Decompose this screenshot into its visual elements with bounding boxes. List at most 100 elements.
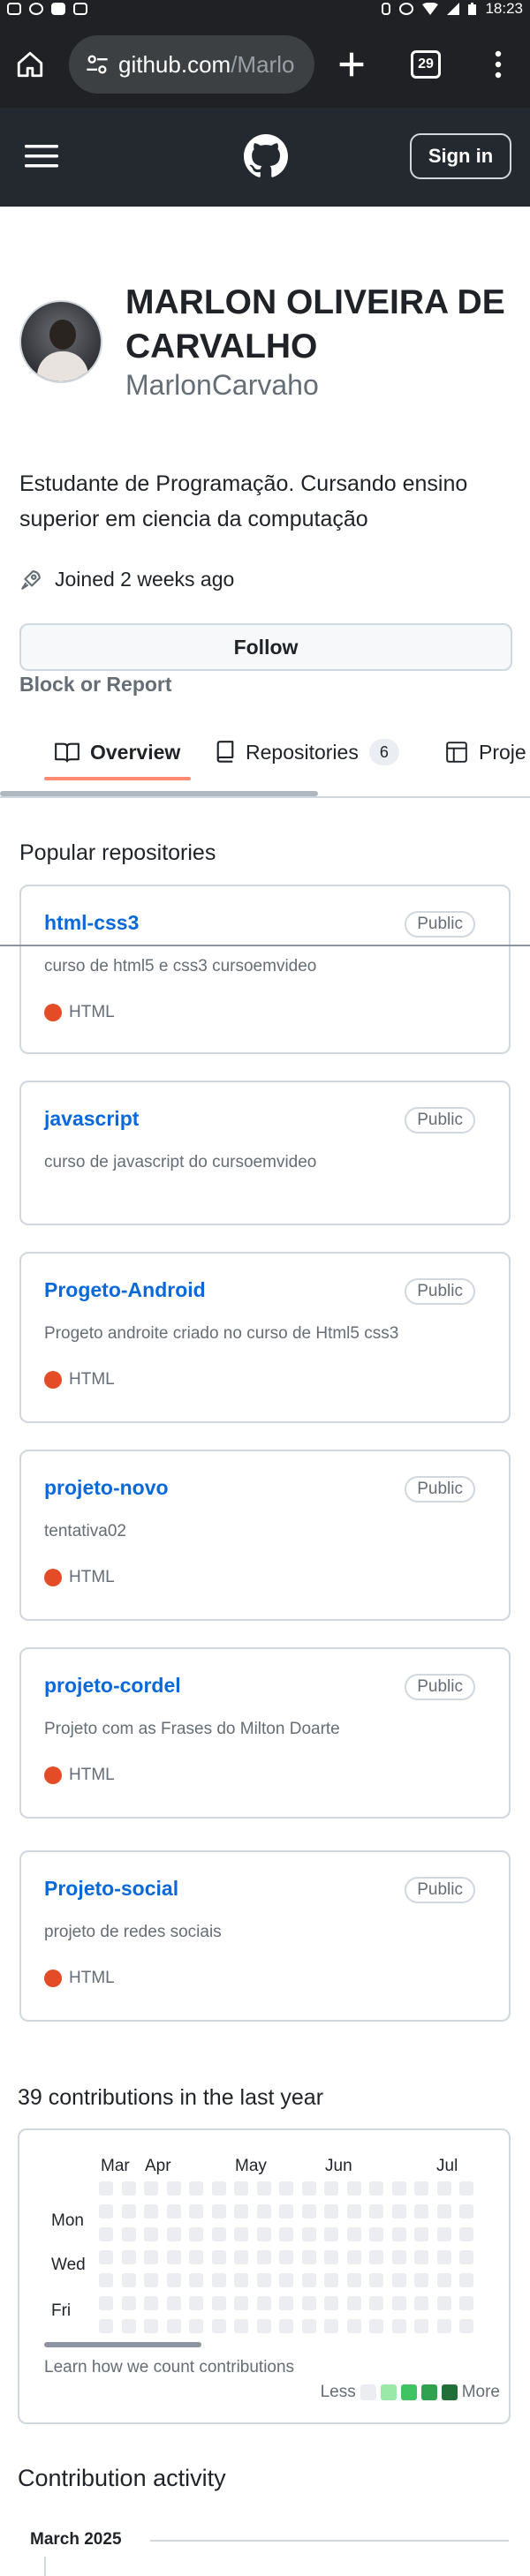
contribution-day-cell[interactable] bbox=[279, 2227, 293, 2241]
contribution-day-cell[interactable] bbox=[346, 2319, 361, 2333]
contribution-day-cell[interactable] bbox=[121, 2227, 136, 2241]
contribution-day-cell[interactable] bbox=[144, 2296, 158, 2310]
contribution-day-cell[interactable] bbox=[459, 2296, 473, 2310]
contribution-day-cell[interactable] bbox=[436, 2273, 451, 2287]
contribution-day-cell[interactable] bbox=[211, 2296, 226, 2310]
repo-link[interactable]: projeto-novo bbox=[44, 1476, 169, 1500]
contribution-day-cell[interactable] bbox=[256, 2273, 271, 2287]
tab-projects[interactable]: Proje bbox=[445, 724, 526, 780]
contribution-day-cell[interactable] bbox=[211, 2204, 226, 2218]
contribution-day-cell[interactable] bbox=[234, 2296, 248, 2310]
contribution-day-cell[interactable] bbox=[189, 2273, 203, 2287]
contribution-day-cell[interactable] bbox=[211, 2250, 226, 2264]
contribution-day-cell[interactable] bbox=[211, 2227, 226, 2241]
contribution-day-cell[interactable] bbox=[144, 2250, 158, 2264]
contribution-day-cell[interactable] bbox=[346, 2204, 361, 2218]
contribution-day-cell[interactable] bbox=[279, 2250, 293, 2264]
contribution-day-cell[interactable] bbox=[346, 2273, 361, 2287]
contribution-day-cell[interactable] bbox=[436, 2181, 451, 2196]
contribution-day-cell[interactable] bbox=[144, 2273, 158, 2287]
contribution-day-cell[interactable] bbox=[99, 2319, 113, 2333]
contribution-day-cell[interactable] bbox=[459, 2181, 473, 2196]
tab-repositories[interactable]: Repositories 6 bbox=[216, 724, 399, 780]
contribution-day-cell[interactable] bbox=[189, 2296, 203, 2310]
contribution-day-cell[interactable] bbox=[121, 2250, 136, 2264]
contribution-day-cell[interactable] bbox=[301, 2273, 316, 2287]
contribution-day-cell[interactable] bbox=[369, 2319, 383, 2333]
contribution-day-cell[interactable] bbox=[324, 2250, 338, 2264]
contribution-day-cell[interactable] bbox=[121, 2273, 136, 2287]
contribution-day-cell[interactable] bbox=[391, 2273, 406, 2287]
contribution-day-cell[interactable] bbox=[121, 2319, 136, 2333]
contribution-day-cell[interactable] bbox=[459, 2204, 473, 2218]
contribution-day-cell[interactable] bbox=[346, 2250, 361, 2264]
contribution-day-cell[interactable] bbox=[144, 2204, 158, 2218]
contribution-day-cell[interactable] bbox=[301, 2181, 316, 2196]
contribution-day-cell[interactable] bbox=[301, 2227, 316, 2241]
contribution-day-cell[interactable] bbox=[144, 2227, 158, 2241]
site-settings-icon[interactable] bbox=[85, 52, 110, 77]
contribution-day-cell[interactable] bbox=[189, 2204, 203, 2218]
contribution-day-cell[interactable] bbox=[211, 2319, 226, 2333]
contribution-day-cell[interactable] bbox=[189, 2181, 203, 2196]
home-button[interactable] bbox=[12, 47, 48, 82]
contribution-day-cell[interactable] bbox=[369, 2204, 383, 2218]
contribution-day-cell[interactable] bbox=[256, 2296, 271, 2310]
contribution-day-cell[interactable] bbox=[436, 2319, 451, 2333]
contribution-day-cell[interactable] bbox=[369, 2273, 383, 2287]
contribution-day-cell[interactable] bbox=[121, 2181, 136, 2196]
contribution-day-cell[interactable] bbox=[189, 2250, 203, 2264]
contribution-day-cell[interactable] bbox=[121, 2296, 136, 2310]
contribution-day-cell[interactable] bbox=[189, 2319, 203, 2333]
contribution-day-cell[interactable] bbox=[436, 2227, 451, 2241]
contribution-day-cell[interactable] bbox=[436, 2204, 451, 2218]
contribution-day-cell[interactable] bbox=[414, 2204, 428, 2218]
signin-button[interactable]: Sign in bbox=[410, 133, 511, 179]
contribution-day-cell[interactable] bbox=[391, 2227, 406, 2241]
new-tab-icon[interactable] bbox=[334, 47, 369, 82]
contribution-day-cell[interactable] bbox=[324, 2204, 338, 2218]
contribution-day-cell[interactable] bbox=[436, 2296, 451, 2310]
contribution-day-cell[interactable] bbox=[99, 2250, 113, 2264]
contribution-day-cell[interactable] bbox=[324, 2319, 338, 2333]
contribution-day-cell[interactable] bbox=[234, 2227, 248, 2241]
contribution-day-cell[interactable] bbox=[279, 2319, 293, 2333]
address-bar[interactable]: github.com/Marlo bbox=[69, 35, 314, 94]
repo-link[interactable]: html-css3 bbox=[44, 911, 139, 935]
contribution-day-cell[interactable] bbox=[324, 2227, 338, 2241]
contribution-day-cell[interactable] bbox=[99, 2204, 113, 2218]
contribution-day-cell[interactable] bbox=[211, 2273, 226, 2287]
contribution-day-cell[interactable] bbox=[369, 2250, 383, 2264]
contribution-day-cell[interactable] bbox=[391, 2319, 406, 2333]
contribution-day-cell[interactable] bbox=[391, 2296, 406, 2310]
contribution-day-cell[interactable] bbox=[99, 2181, 113, 2196]
repo-link[interactable]: projeto-cordel bbox=[44, 1674, 181, 1698]
contribution-day-cell[interactable] bbox=[301, 2250, 316, 2264]
more-menu-icon[interactable] bbox=[488, 47, 509, 82]
contribution-day-cell[interactable] bbox=[301, 2204, 316, 2218]
avatar[interactable] bbox=[19, 300, 102, 383]
contribution-day-cell[interactable] bbox=[256, 2319, 271, 2333]
contribution-day-cell[interactable] bbox=[211, 2181, 226, 2196]
contribution-day-cell[interactable] bbox=[279, 2204, 293, 2218]
contribution-day-cell[interactable] bbox=[301, 2296, 316, 2310]
contribution-day-cell[interactable] bbox=[234, 2250, 248, 2264]
contribution-day-cell[interactable] bbox=[436, 2250, 451, 2264]
calendar-scrollbar[interactable] bbox=[44, 2342, 201, 2347]
contribution-day-cell[interactable] bbox=[369, 2227, 383, 2241]
contribution-day-cell[interactable] bbox=[391, 2204, 406, 2218]
contribution-day-cell[interactable] bbox=[166, 2319, 181, 2333]
contribution-day-cell[interactable] bbox=[324, 2273, 338, 2287]
contribution-day-cell[interactable] bbox=[256, 2227, 271, 2241]
contribution-day-cell[interactable] bbox=[256, 2250, 271, 2264]
contribution-day-cell[interactable] bbox=[166, 2273, 181, 2287]
contribution-day-cell[interactable] bbox=[414, 2250, 428, 2264]
contribution-day-cell[interactable] bbox=[234, 2273, 248, 2287]
contribution-day-cell[interactable] bbox=[166, 2227, 181, 2241]
contribution-day-cell[interactable] bbox=[369, 2181, 383, 2196]
contribution-day-cell[interactable] bbox=[256, 2181, 271, 2196]
contribution-day-cell[interactable] bbox=[279, 2296, 293, 2310]
contribution-day-cell[interactable] bbox=[346, 2296, 361, 2310]
contribution-day-cell[interactable] bbox=[459, 2250, 473, 2264]
contribution-day-cell[interactable] bbox=[459, 2273, 473, 2287]
